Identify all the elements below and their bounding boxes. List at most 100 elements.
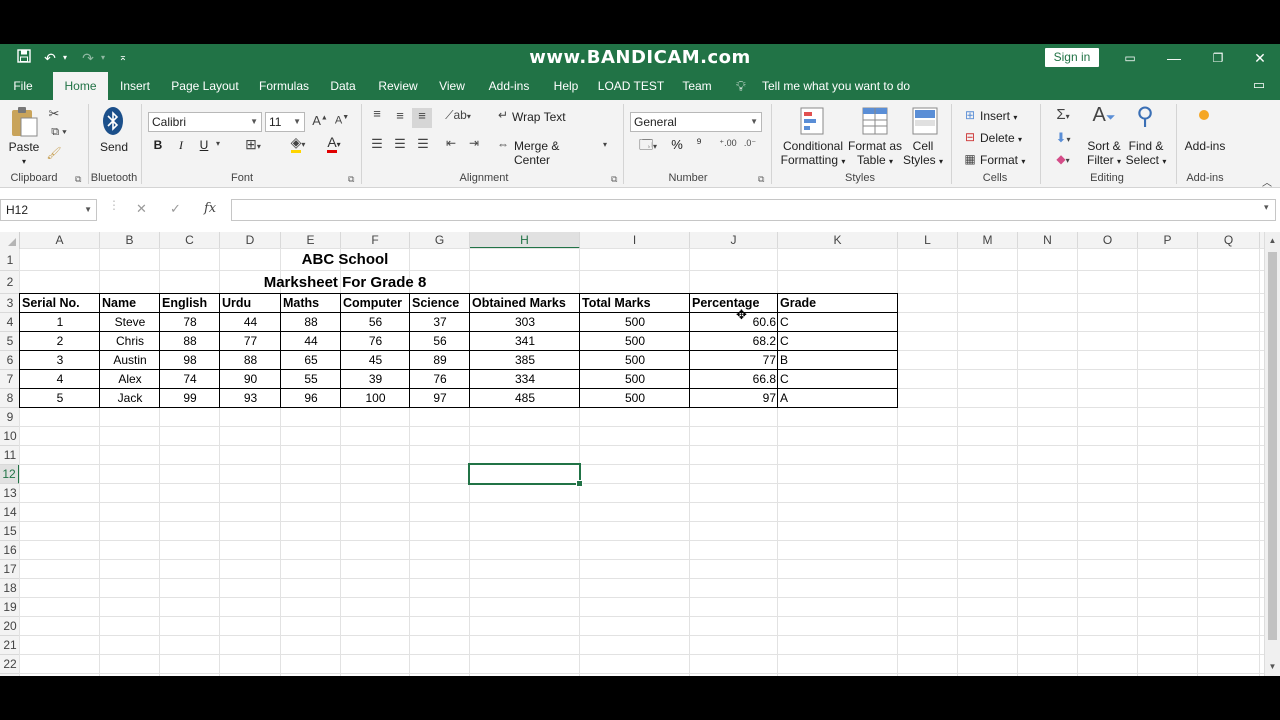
- tab-file[interactable]: File: [6, 72, 40, 100]
- table-cell[interactable]: 2: [20, 332, 100, 351]
- table-cell[interactable]: 500: [580, 389, 690, 408]
- table-cell[interactable]: 74: [160, 370, 220, 389]
- underline-dropdown-icon[interactable]: ▾: [213, 139, 223, 148]
- row-header[interactable]: 16: [0, 541, 20, 560]
- orientation-icon[interactable]: ⟋ab▾: [443, 108, 473, 123]
- column-header[interactable]: G: [410, 232, 470, 249]
- merge-dropdown-icon[interactable]: ▾: [600, 140, 610, 149]
- table-header-cell[interactable]: Obtained Marks: [470, 294, 580, 313]
- row-header[interactable]: 15: [0, 522, 20, 541]
- column-header[interactable]: J: [690, 232, 778, 249]
- table-cell[interactable]: 56: [410, 332, 470, 351]
- cell-grid[interactable]: ABC School Marksheet For Grade 8 Serial No…: [19, 248, 1264, 676]
- tab-view[interactable]: View: [434, 72, 470, 100]
- table-cell[interactable]: 77: [220, 332, 281, 351]
- close-button[interactable]: ✕: [1238, 44, 1280, 72]
- row-header[interactable]: 13: [0, 484, 20, 503]
- row-header-selected[interactable]: 12: [0, 465, 20, 484]
- table-cell[interactable]: C: [778, 332, 898, 351]
- table-cell[interactable]: 98: [160, 351, 220, 370]
- table-cell[interactable]: 500: [580, 370, 690, 389]
- table-cell[interactable]: 500: [580, 313, 690, 332]
- tab-team[interactable]: Team: [678, 72, 716, 100]
- paste-dropdown-icon[interactable]: ▾: [18, 155, 30, 169]
- align-right-icon[interactable]: ☰: [414, 136, 432, 152]
- cell-styles-button[interactable]: Cell Styles ▾: [900, 139, 946, 169]
- tab-insert[interactable]: Insert: [114, 72, 156, 100]
- table-cell[interactable]: 1: [20, 313, 100, 332]
- tab-add-ins[interactable]: Add-ins: [484, 72, 534, 100]
- table-cell[interactable]: 60.6: [690, 313, 778, 332]
- table-cell[interactable]: A: [778, 389, 898, 408]
- cancel-entry-icon[interactable]: ✕: [136, 201, 147, 217]
- table-cell[interactable]: Chris: [100, 332, 160, 351]
- table-cell[interactable]: 500: [580, 351, 690, 370]
- tab-review[interactable]: Review: [374, 72, 422, 100]
- font-size-combo[interactable]: 11 ▼: [265, 112, 305, 132]
- fill-color-icon[interactable]: ◈▾: [282, 134, 314, 153]
- tab-load-test[interactable]: LOAD TEST: [596, 72, 666, 100]
- align-center-icon[interactable]: ☰: [391, 136, 409, 152]
- font-name-combo[interactable]: Calibri ▼: [148, 112, 262, 132]
- table-cell[interactable]: 76: [410, 370, 470, 389]
- table-cell[interactable]: 68.2: [690, 332, 778, 351]
- column-header[interactable]: E: [281, 232, 341, 249]
- table-cell[interactable]: 76: [341, 332, 410, 351]
- vertical-scrollbar[interactable]: ▲ ▼: [1264, 232, 1280, 676]
- row-header[interactable]: 17: [0, 560, 20, 579]
- fill-icon[interactable]: ⬇▾: [1048, 130, 1078, 146]
- row-header[interactable]: 21: [0, 636, 20, 655]
- tab-formulas[interactable]: Formulas: [254, 72, 314, 100]
- tab-home[interactable]: Home: [53, 72, 108, 100]
- insert-cells-button[interactable]: Insert ▾: [980, 109, 1028, 125]
- accounting-format-icon[interactable]: 🗔︎▾: [632, 136, 664, 158]
- comma-style-button[interactable]: ⁹: [690, 136, 708, 150]
- table-cell[interactable]: Steve: [100, 313, 160, 332]
- format-painter-icon[interactable]: 🖌︎: [46, 146, 62, 160]
- row-header[interactable]: 1: [0, 249, 20, 271]
- table-header-cell[interactable]: Name: [100, 294, 160, 313]
- font-launcher-icon[interactable]: ⧉: [348, 174, 354, 185]
- row-header[interactable]: 5: [0, 332, 20, 351]
- paste-icon[interactable]: [8, 106, 40, 138]
- font-color-icon[interactable]: A▾: [318, 134, 350, 153]
- expand-formula-bar-icon[interactable]: ▾: [1264, 202, 1269, 213]
- middle-align-icon[interactable]: ≡: [391, 108, 409, 123]
- formula-input[interactable]: [231, 199, 1276, 221]
- row-header[interactable]: 7: [0, 370, 20, 389]
- format-cells-button[interactable]: Format ▾: [980, 153, 1032, 169]
- italic-button[interactable]: I: [173, 138, 189, 152]
- table-cell[interactable]: Austin: [100, 351, 160, 370]
- increase-indent-icon[interactable]: ⇥: [465, 136, 483, 150]
- table-cell[interactable]: 485: [470, 389, 580, 408]
- conditional-formatting-button[interactable]: Conditional Formatting ▾: [778, 139, 848, 169]
- ribbon-display-options-icon[interactable]: ▭: [1108, 44, 1152, 72]
- table-header-cell[interactable]: Serial No.: [20, 294, 100, 313]
- borders-icon[interactable]: ⊞▾: [238, 136, 268, 153]
- table-cell[interactable]: 56: [341, 313, 410, 332]
- table-cell[interactable]: 90: [220, 370, 281, 389]
- autosum-icon[interactable]: Σ▾: [1048, 106, 1078, 123]
- table-cell[interactable]: 77: [690, 351, 778, 370]
- minimize-button[interactable]: —: [1152, 44, 1196, 72]
- tab-help[interactable]: Help: [548, 72, 584, 100]
- sheet-title[interactable]: ABC School: [220, 249, 470, 271]
- number-format-combo[interactable]: General ▼: [630, 112, 762, 132]
- enter-entry-icon[interactable]: ✓: [170, 201, 181, 217]
- number-launcher-icon[interactable]: ⧉: [758, 174, 764, 185]
- table-header-cell[interactable]: Total Marks: [580, 294, 690, 313]
- table-header-cell[interactable]: Percentage: [690, 294, 778, 313]
- table-cell[interactable]: 500: [580, 332, 690, 351]
- table-cell[interactable]: 78: [160, 313, 220, 332]
- table-cell[interactable]: 55: [281, 370, 341, 389]
- wrap-text-button[interactable]: Wrap Text: [512, 110, 568, 124]
- add-ins-button[interactable]: Add-ins: [1182, 139, 1228, 153]
- table-header-cell[interactable]: Grade: [778, 294, 898, 313]
- sheet-subtitle[interactable]: Marksheet For Grade 8: [220, 271, 470, 294]
- column-header[interactable]: F: [341, 232, 410, 249]
- column-header[interactable]: Q: [1198, 232, 1260, 249]
- alignment-launcher-icon[interactable]: ⧉: [611, 174, 617, 185]
- clear-icon[interactable]: ◆▾: [1048, 152, 1078, 166]
- selected-cell-outline[interactable]: [468, 463, 583, 487]
- row-header[interactable]: 6: [0, 351, 20, 370]
